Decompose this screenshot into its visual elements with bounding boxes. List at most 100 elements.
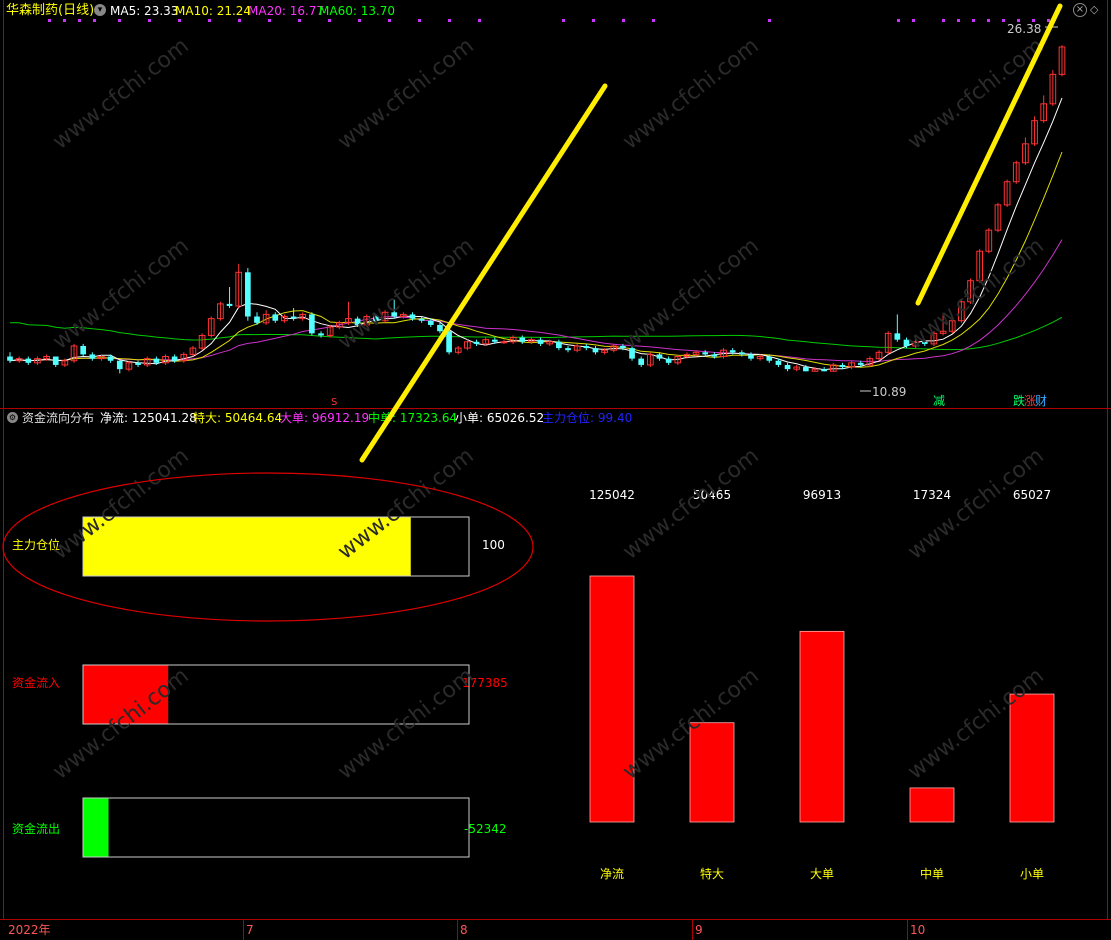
candle-body (702, 352, 709, 355)
fund-flow-bar-chart: 125042 净流 50465 特大 96913 大单 17324 中单 65027 小单 (589, 488, 1055, 881)
high-price-label: 26.38 (1007, 22, 1042, 36)
signal-dot (358, 19, 361, 22)
signal-dot (622, 19, 625, 22)
ma10-line (9, 151, 1063, 368)
signal-dot (562, 19, 565, 22)
signal-dot (268, 19, 271, 22)
panel-separator-top (0, 408, 1111, 409)
candle-body (748, 354, 754, 359)
signal-label-jian: 减 (933, 394, 946, 408)
signal-dot (238, 19, 241, 22)
time-tick-7 (243, 920, 244, 940)
candle-body (821, 369, 827, 372)
signal-dot (63, 19, 66, 22)
candle-body (519, 337, 526, 342)
candle-body (491, 339, 498, 342)
bar-5 (1009, 693, 1055, 823)
candle-body (565, 348, 571, 351)
signal-dot (298, 19, 301, 22)
bar-value-label: 17324 (913, 488, 951, 502)
signal-dot (1002, 19, 1005, 22)
low-price-label: 10.89 (872, 385, 907, 399)
gauge-fill (83, 517, 411, 576)
signal-dot (418, 19, 421, 22)
candle-body (729, 350, 736, 353)
gauge-value-outflow: -52342 (464, 822, 507, 836)
candle-body (107, 356, 114, 361)
candle-body (116, 360, 123, 370)
candle-body (135, 362, 141, 365)
candle-body (775, 360, 782, 365)
bar-value-label: 125042 (589, 488, 635, 502)
signal-dot (897, 19, 900, 22)
candle-body (473, 341, 480, 344)
candle-body (857, 362, 864, 365)
signal-dot (148, 19, 151, 22)
candle-body (373, 316, 379, 321)
candle-body (894, 333, 901, 340)
candle-body (620, 345, 626, 349)
gauge-label-inflow: 资金流入 (12, 676, 61, 690)
chart-border-right (1107, 0, 1108, 920)
signal-label-cai: 财 (1035, 394, 1048, 408)
candle-body (272, 314, 279, 321)
candle-body (903, 339, 910, 346)
time-tick-8 (457, 920, 458, 940)
signal-dot (328, 19, 331, 22)
bar-value-label: 65027 (1013, 488, 1051, 502)
gauge-value-inflow: 177385 (462, 676, 508, 690)
candle-body (309, 314, 315, 334)
time-label-9: 9 (695, 923, 703, 937)
signal-dot (1047, 19, 1050, 22)
ma5-line (9, 97, 1063, 371)
signal-dot (987, 19, 990, 22)
candle-body (629, 348, 635, 359)
candle-body (290, 316, 297, 319)
candle-body (52, 356, 59, 365)
candle-body (556, 341, 562, 349)
candle-body (537, 339, 544, 344)
signal-dot (768, 19, 771, 22)
bar-category-label: 大单 (810, 867, 834, 881)
bar-value-label: 50465 (693, 488, 731, 502)
bar-1 (589, 575, 635, 823)
candle-body (153, 358, 160, 363)
signal-dot (48, 19, 51, 22)
signal-dot (592, 19, 595, 22)
signal-dot (388, 19, 391, 22)
bar-4 (909, 787, 955, 823)
candle-body (418, 318, 425, 321)
candle-body (427, 320, 434, 325)
gauge-fill (83, 665, 169, 724)
bar-2 (689, 722, 735, 823)
time-label-8: 8 (460, 923, 468, 937)
candle-body (738, 352, 745, 355)
candle-body (446, 331, 452, 353)
time-label-2022: 2022年 (8, 923, 51, 937)
signal-dot (942, 19, 945, 22)
bar-3 (799, 630, 845, 823)
signal-dot (957, 19, 960, 22)
candle-body (318, 333, 324, 336)
candle-body (766, 356, 773, 361)
candle-body (245, 272, 251, 317)
candle-body (354, 318, 361, 325)
candle-body (171, 356, 178, 361)
signal-dot (448, 19, 451, 22)
bar-category-label: 小单 (1020, 867, 1044, 881)
gauge-label-outflow: 资金流出 (12, 822, 61, 836)
signal-dot (478, 19, 481, 22)
signal-dot (178, 19, 181, 22)
candle-body (839, 364, 846, 368)
time-label-7: 7 (246, 923, 254, 937)
signal-dot (652, 19, 655, 22)
stock-chart-window: 华森制药(日线) ▾ MA5: 23.33 MA10: 21.24 MA20: … (0, 0, 1111, 940)
candle-body (89, 354, 96, 359)
gauge-frame (82, 797, 470, 858)
signal-dot (912, 19, 915, 22)
candle-body (656, 354, 663, 359)
candle-body (784, 364, 791, 370)
candle-body (592, 348, 599, 353)
gauge-label-position: 主力仓位 (12, 538, 61, 552)
candle-body (7, 356, 13, 361)
